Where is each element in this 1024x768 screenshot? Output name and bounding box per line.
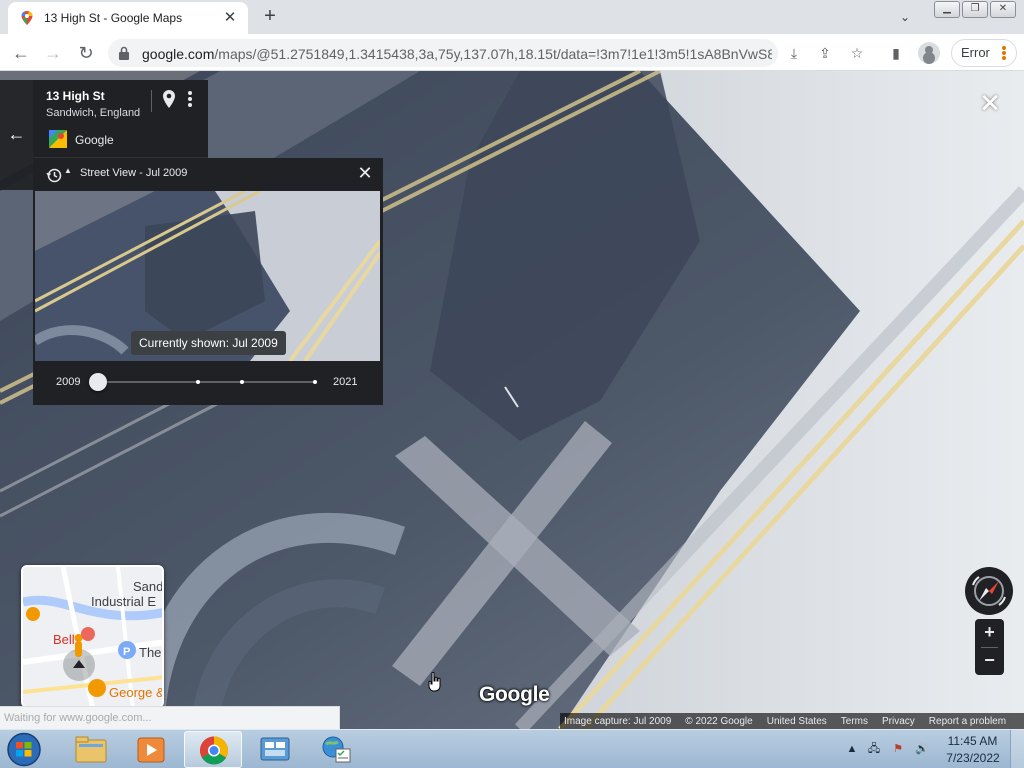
more-options-icon[interactable] — [188, 91, 192, 107]
install-app-icon[interactable]: ⤓ — [784, 43, 804, 63]
loading-status: Waiting for www.google.com... — [0, 706, 340, 729]
privacy-link[interactable]: Privacy — [878, 716, 915, 727]
google-maps-favicon-icon — [21, 11, 33, 25]
history-clock-icon — [46, 168, 62, 183]
image-capture-date: Image capture: Jul 2009 — [564, 715, 672, 727]
taskbar-file-explorer[interactable] — [62, 731, 120, 768]
zoom-out-button[interactable]: − — [975, 647, 1004, 675]
time-machine-header[interactable]: ▲ Street View - Jul 2009 ✕ — [33, 158, 383, 190]
report-problem-link[interactable]: Report a problem — [925, 716, 1006, 727]
map-label: Bell — [53, 632, 75, 647]
restore-button[interactable]: ❐ — [962, 1, 988, 18]
lock-icon — [119, 46, 129, 60]
zoom-in-button[interactable]: + — [975, 619, 1004, 647]
chrome-icon — [200, 736, 228, 765]
hand-cursor-icon — [428, 672, 441, 692]
window-close-button[interactable]: ✕ — [990, 1, 1016, 18]
kebab-menu-icon — [1002, 46, 1006, 60]
copyright: © 2022 Google — [685, 715, 753, 727]
attribution-bar: Image capture: Jul 2009 © 2022 Google Un… — [560, 713, 1024, 729]
slider-tick[interactable] — [240, 380, 244, 384]
url-text[interactable]: google.com/maps/@51.2751849,1.3415438,3a… — [142, 46, 772, 62]
slider-tick[interactable] — [313, 380, 317, 384]
mini-map[interactable]: P Sand Industrial E Bell The George & — [21, 565, 164, 708]
forward-arrow-icon[interactable]: → — [40, 40, 66, 66]
map-label: Industrial E — [91, 594, 157, 609]
error-menu-button[interactable]: Error — [951, 39, 1017, 67]
slider-thumb[interactable] — [89, 373, 107, 391]
url-host: google.com — [142, 46, 215, 62]
bookmark-star-icon[interactable]: ☆ — [847, 43, 867, 63]
globe-checklist-icon — [322, 736, 351, 763]
tab-strip: 13 High St - Google Maps ✕ + ⌄ ▁ ❐ ✕ — [0, 0, 1024, 34]
tray-overflow-icon[interactable]: ▲ — [844, 741, 860, 757]
tab-title: 13 High St - Google Maps — [44, 11, 183, 25]
collapse-caret-icon: ▲ — [64, 166, 72, 175]
slider-end-year: 2021 — [333, 376, 358, 388]
terms-link[interactable]: Terms — [837, 716, 868, 727]
street-view-time-machine: ▲ Street View - Jul 2009 ✕ Currently sho… — [33, 158, 383, 405]
map-label: Sand — [133, 579, 164, 594]
profile-avatar-icon[interactable] — [918, 42, 940, 64]
map-label: George & — [109, 685, 164, 700]
region-link[interactable]: United States — [763, 716, 827, 727]
back-to-map-button[interactable]: ← — [0, 80, 33, 190]
tab-search-chevron-icon[interactable]: ⌄ — [893, 5, 917, 29]
back-arrow-icon: ← — [7, 124, 26, 144]
slider-track[interactable] — [97, 381, 317, 383]
address-bar[interactable]: google.com/maps/@51.2751849,1.3415438,3a… — [108, 39, 778, 67]
share-icon[interactable]: ⇪ — [815, 43, 835, 63]
compass-icon — [972, 576, 1006, 606]
new-tab-button[interactable]: + — [258, 5, 282, 29]
error-label: Error — [961, 45, 990, 60]
time-machine-close-icon[interactable]: ✕ — [356, 164, 374, 182]
svg-text:P: P — [123, 646, 130, 658]
compass-button[interactable] — [965, 567, 1013, 615]
taskbar-control-panel[interactable] — [246, 731, 304, 768]
network-icon[interactable]: 🖧 — [866, 741, 882, 757]
time-machine-title: Street View - Jul 2009 — [80, 167, 188, 179]
zoom-controls: + − — [975, 619, 1004, 675]
system-tray: ▲ 🖧 ⚑ 🔊 11:45 AM 7/23/2022 — [842, 730, 1024, 768]
minimize-button[interactable]: ▁ — [934, 1, 960, 18]
show-desktop-button[interactable] — [1010, 730, 1024, 768]
slider-start-year: 2009 — [56, 376, 81, 388]
map-label: The — [139, 645, 162, 660]
google-maps-logo-icon — [49, 130, 67, 148]
control-panel-icon — [260, 737, 290, 761]
reload-icon[interactable]: ↻ — [73, 40, 99, 66]
window-controls: ▁ ❐ ✕ — [934, 1, 1016, 18]
clock-date[interactable]: 7/23/2022 — [942, 751, 1004, 765]
action-center-flag-icon[interactable]: ⚑ — [890, 741, 906, 757]
taskbar-media-player[interactable] — [122, 731, 180, 768]
clock-time[interactable]: 11:45 AM — [945, 734, 1000, 748]
divider — [151, 90, 152, 112]
google-watermark: Google — [479, 683, 550, 706]
side-panel-icon[interactable]: ▮ — [886, 43, 906, 63]
taskbar-network-app[interactable] — [308, 731, 366, 768]
map-pin-icon[interactable] — [163, 90, 175, 108]
slider-tick[interactable] — [196, 380, 200, 384]
volume-icon[interactable]: 🔊 — [914, 741, 930, 757]
folder-icon — [75, 736, 107, 763]
media-player-icon — [137, 737, 165, 763]
back-arrow-icon[interactable]: ← — [8, 40, 34, 66]
time-machine-preview-image[interactable]: Currently shown: Jul 2009 — [35, 191, 380, 361]
year-slider[interactable]: 2009 2021 — [33, 368, 383, 398]
url-path: /maps/@51.2751849,1.3415438,3a,75y,137.0… — [214, 46, 772, 62]
taskbar-chrome[interactable] — [184, 731, 242, 768]
taskbar: ▲ 🖧 ⚑ 🔊 11:45 AM 7/23/2022 — [0, 729, 1024, 768]
tab-close-icon[interactable]: ✕ — [220, 8, 240, 28]
current-date-tooltip: Currently shown: Jul 2009 — [131, 331, 286, 355]
windows-start-icon[interactable] — [4, 731, 44, 768]
place-subtitle: Sandwich, England — [46, 107, 141, 119]
browser-toolbar: ← → ↻ google.com/maps/@51.2751849,1.3415… — [0, 34, 1024, 71]
browser-tab[interactable]: 13 High St - Google Maps ✕ — [8, 2, 248, 34]
place-title: 13 High St — [46, 89, 105, 103]
place-info-card: 13 High St Sandwich, England Google — [33, 80, 208, 158]
close-street-view-button[interactable]: ✕ — [978, 90, 1002, 116]
imagery-source: Google — [75, 133, 114, 147]
